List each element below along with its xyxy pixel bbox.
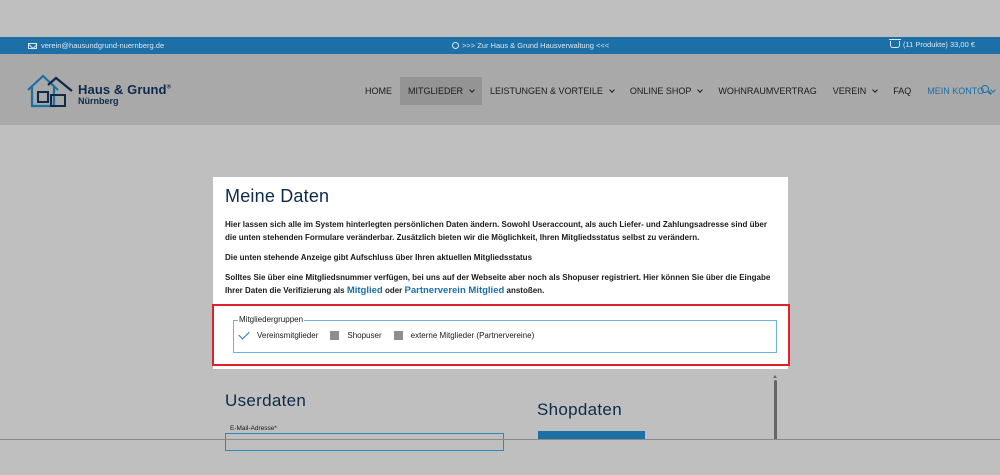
nav-item-faq[interactable]: FAQ <box>885 77 919 105</box>
chevron-down-icon <box>469 86 475 93</box>
verification-paragraph: Solltes Sie über eine Mitgliedsnummer ve… <box>225 273 771 296</box>
hausverwaltung-link-text: >>> Zur Haus & Grund Hausverwaltung <<< <box>462 41 610 50</box>
mail-icon <box>28 42 37 49</box>
logo-brand: Haus & Grund® <box>78 82 172 97</box>
status-info-paragraph: Die unten stehende Anzeige gibt Aufschlu… <box>225 253 533 262</box>
nav-item-verein[interactable]: VEREIN <box>825 77 886 105</box>
shop-button[interactable] <box>538 431 645 439</box>
site-logo[interactable]: Haus & Grund® Nürnberg <box>26 73 171 109</box>
scrollbar[interactable] <box>774 380 777 440</box>
cart-link[interactable]: (11 Produkte) 33,00 € <box>889 39 975 49</box>
chevron-down-icon <box>609 86 615 93</box>
chevron-down-icon <box>697 86 704 93</box>
partnerverein-link[interactable]: Partnerverein Mitglied <box>405 285 505 296</box>
email-field[interactable] <box>225 433 504 451</box>
hausverwaltung-link[interactable]: >>> Zur Haus & Grund Hausverwaltung <<< <box>452 41 609 50</box>
contact-email-link[interactable]: verein@hausundgrund-nuernberg.de <box>28 41 164 50</box>
cart-icon <box>889 39 901 48</box>
chevron-down-icon <box>872 86 879 93</box>
scroll-up-arrow-icon[interactable] <box>773 375 777 378</box>
contact-email-text: verein@hausundgrund-nuernberg.de <box>41 41 165 50</box>
highlight-frame <box>212 304 790 366</box>
shopdaten-heading: Shopdaten <box>537 400 622 419</box>
email-field-label: E-Mail-Adresse* <box>230 425 277 432</box>
chevron-down-icon <box>990 86 996 93</box>
main-nav: HOME MITGLIEDER LEISTUNGEN & VORTEILE ON… <box>357 77 1000 105</box>
top-bar: verein@hausundgrund-nuernberg.de >>> Zur… <box>0 37 1000 54</box>
account-forms-section: Userdaten Shopdaten E-Mail-Adresse* <box>213 372 788 475</box>
nav-item-leistungen[interactable]: LEISTUNGEN & VORTEILE <box>482 77 622 105</box>
nav-item-online-shop[interactable]: ONLINE SHOP <box>622 77 711 105</box>
divider <box>0 439 1000 440</box>
house-logo-icon <box>27 74 73 108</box>
nav-item-mitglieder[interactable]: MITGLIEDER <box>400 77 483 105</box>
site-header: Haus & Grund® Nürnberg HOME MITGLIEDER L… <box>0 54 1000 125</box>
intro-paragraph: Hier lassen sich alle im System hinterle… <box>225 220 767 242</box>
logo-city: Nürnberg <box>78 96 119 106</box>
userdaten-heading: Userdaten <box>225 391 307 410</box>
globe-icon <box>452 42 459 49</box>
nav-item-wohnraumvertrag[interactable]: WOHNRAUMVERTRAG <box>710 77 824 105</box>
cart-summary: (11 Produkte) 33,00 € <box>903 40 975 49</box>
search-icon[interactable] <box>981 85 989 93</box>
mitglied-link[interactable]: Mitglied <box>347 285 383 296</box>
page-title: Meine Daten <box>225 186 330 206</box>
nav-item-home[interactable]: HOME <box>357 77 400 105</box>
